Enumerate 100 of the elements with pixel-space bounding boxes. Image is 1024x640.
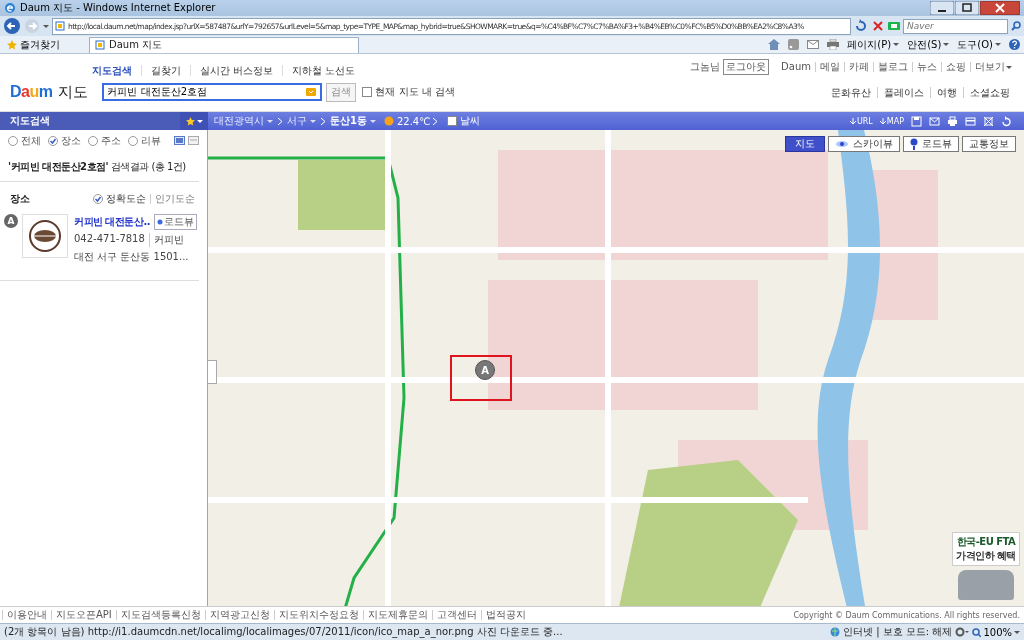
checkbox[interactable] (362, 87, 373, 97)
toolbar-menu[interactable]: 안전(S) (907, 37, 950, 52)
checkbox-label: 날씨 (460, 114, 481, 128)
service-link[interactable]: 플레이스 (877, 86, 930, 98)
favorites-button[interactable] (180, 112, 208, 130)
result-summary: '커피빈 대전둔산2호점' 검색결과 (총 1건) (0, 151, 199, 182)
radio-icon[interactable] (128, 135, 138, 146)
footer-link[interactable]: 지도오픈API (51, 610, 116, 620)
favorites-button[interactable]: 즐겨찾기 (4, 37, 63, 52)
refresh-icon[interactable] (1001, 115, 1012, 127)
place-category: 커피빈 (153, 233, 184, 247)
filter-radio[interactable]: 장소 (48, 133, 81, 148)
top-link[interactable]: 더보기 (970, 62, 1016, 72)
check-icon[interactable] (93, 194, 103, 204)
list-view-icon[interactable] (174, 136, 185, 145)
radio-icon[interactable] (48, 135, 58, 146)
page-icon (55, 21, 65, 31)
close-icon[interactable] (980, 1, 1020, 15)
footer-link[interactable]: 법적공지 (480, 610, 530, 620)
footer-link[interactable]: 고객센터 (431, 610, 481, 620)
top-link[interactable]: Daum (777, 62, 815, 72)
roadview-button[interactable]: 로드뷰 (154, 214, 198, 230)
footer-link[interactable]: 지도검색등록신청 (115, 610, 205, 620)
footer-link[interactable]: 지역광고신청 (204, 610, 274, 620)
logout-button[interactable]: 로그아웃 (723, 59, 770, 75)
caret-icon (1006, 65, 1012, 69)
star-icon (185, 116, 195, 126)
region-dropdown[interactable]: 대전광역시 (214, 114, 273, 128)
search-field[interactable]: Naver (903, 18, 1008, 34)
top-link[interactable]: 메일 (815, 62, 844, 72)
sort-option[interactable]: 정확도순 (89, 194, 150, 204)
mail-icon[interactable] (929, 115, 940, 127)
zoom-button[interactable]: 100% (972, 626, 1020, 638)
card-icon[interactable] (965, 115, 976, 127)
checkbox[interactable] (447, 116, 458, 126)
service-link[interactable]: 소셜쇼핑 (963, 86, 1016, 98)
caret-icon (995, 43, 1001, 46)
mail-icon[interactable] (807, 40, 820, 49)
region-dropdown[interactable]: 둔산1동 (330, 114, 376, 128)
filter-radio[interactable]: 주소 (88, 133, 121, 148)
radio-icon[interactable] (8, 135, 18, 146)
zoom-icon (972, 627, 982, 637)
car-photo-placeholder (958, 570, 1014, 600)
nav-tab[interactable]: 길찾기 (141, 65, 190, 76)
service-link[interactable]: 여행 (930, 86, 963, 98)
chevron-icon[interactable] (433, 117, 438, 125)
toolbar-menu[interactable]: 도구(O) (957, 37, 1001, 52)
search-button[interactable]: 검색 (326, 82, 357, 102)
copy-link-button[interactable]: MAP (886, 116, 904, 126)
satellite-icon (835, 139, 849, 149)
marker-pin: A (4, 214, 18, 228)
top-link[interactable]: 블로그 (873, 62, 912, 72)
back-icon[interactable] (3, 17, 21, 35)
filter-radio[interactable]: 전체 (8, 133, 41, 148)
service-link[interactable]: 문화유산 (825, 86, 877, 98)
print-icon[interactable] (947, 115, 958, 127)
ad-bubble[interactable]: 한국-EU FTA 가격인하 혜택 (952, 532, 1020, 566)
print-icon[interactable] (827, 39, 840, 50)
sort-option[interactable]: 인기도순 (150, 194, 199, 204)
radio-icon[interactable] (88, 135, 98, 146)
minimize-icon[interactable] (930, 1, 954, 15)
maximize-icon[interactable] (955, 1, 979, 15)
fullscreen-icon[interactable] (983, 115, 994, 127)
filter-radio[interactable]: 리뷰 (128, 133, 161, 148)
caret-icon (943, 43, 950, 46)
search-field[interactable]: 커피빈 대전둔산2호점 (102, 83, 323, 101)
help-icon[interactable] (1009, 39, 1020, 50)
nav-tab[interactable]: 실시간 버스정보 (190, 65, 283, 76)
collapse-handle[interactable] (208, 360, 217, 384)
nav-tab[interactable]: 지도검색 (92, 65, 141, 76)
settings-icon[interactable] (955, 627, 970, 637)
map-type-tab[interactable]: 교통정보 (962, 136, 1016, 152)
caret-icon (893, 43, 900, 46)
nav-tab[interactable]: 지하철 노선도 (282, 65, 365, 76)
browser-tab[interactable]: Daum 지도 (89, 36, 359, 53)
globe-icon (829, 627, 840, 637)
home-icon[interactable] (768, 39, 781, 50)
top-link[interactable]: 카페 (844, 62, 873, 72)
region-dropdown[interactable]: 서구 (287, 114, 316, 128)
save-icon[interactable] (911, 115, 922, 127)
section-title: 장소 (10, 192, 30, 206)
footer-link[interactable]: 지도제휴문의 (362, 610, 432, 620)
stop-icon[interactable] (871, 19, 885, 33)
toolbar-menu[interactable]: 페이지(P) (847, 37, 900, 52)
top-link[interactable]: 쇼핑 (941, 62, 970, 72)
map-type-tab[interactable]: 스카이뷰 (828, 136, 900, 152)
top-link[interactable]: 뉴스 (912, 62, 941, 72)
place-name-link[interactable]: 커피빈 대전둔산.. (74, 215, 151, 229)
copy-link-button[interactable]: URL (856, 116, 873, 126)
search-icon[interactable] (1011, 21, 1021, 31)
caret-icon[interactable] (43, 24, 49, 28)
download-icon (849, 117, 856, 125)
caret-icon (369, 119, 376, 123)
map-type-tab[interactable]: 로드뷰 (903, 136, 959, 152)
footer-link[interactable]: 지도위치수정요청 (273, 610, 363, 620)
footer-link[interactable]: 이용안내 (2, 610, 51, 620)
caret-icon (310, 119, 316, 123)
sun-icon (383, 116, 394, 126)
map-type-tab[interactable]: 지도 (785, 136, 825, 152)
refresh-icon[interactable] (854, 19, 868, 33)
